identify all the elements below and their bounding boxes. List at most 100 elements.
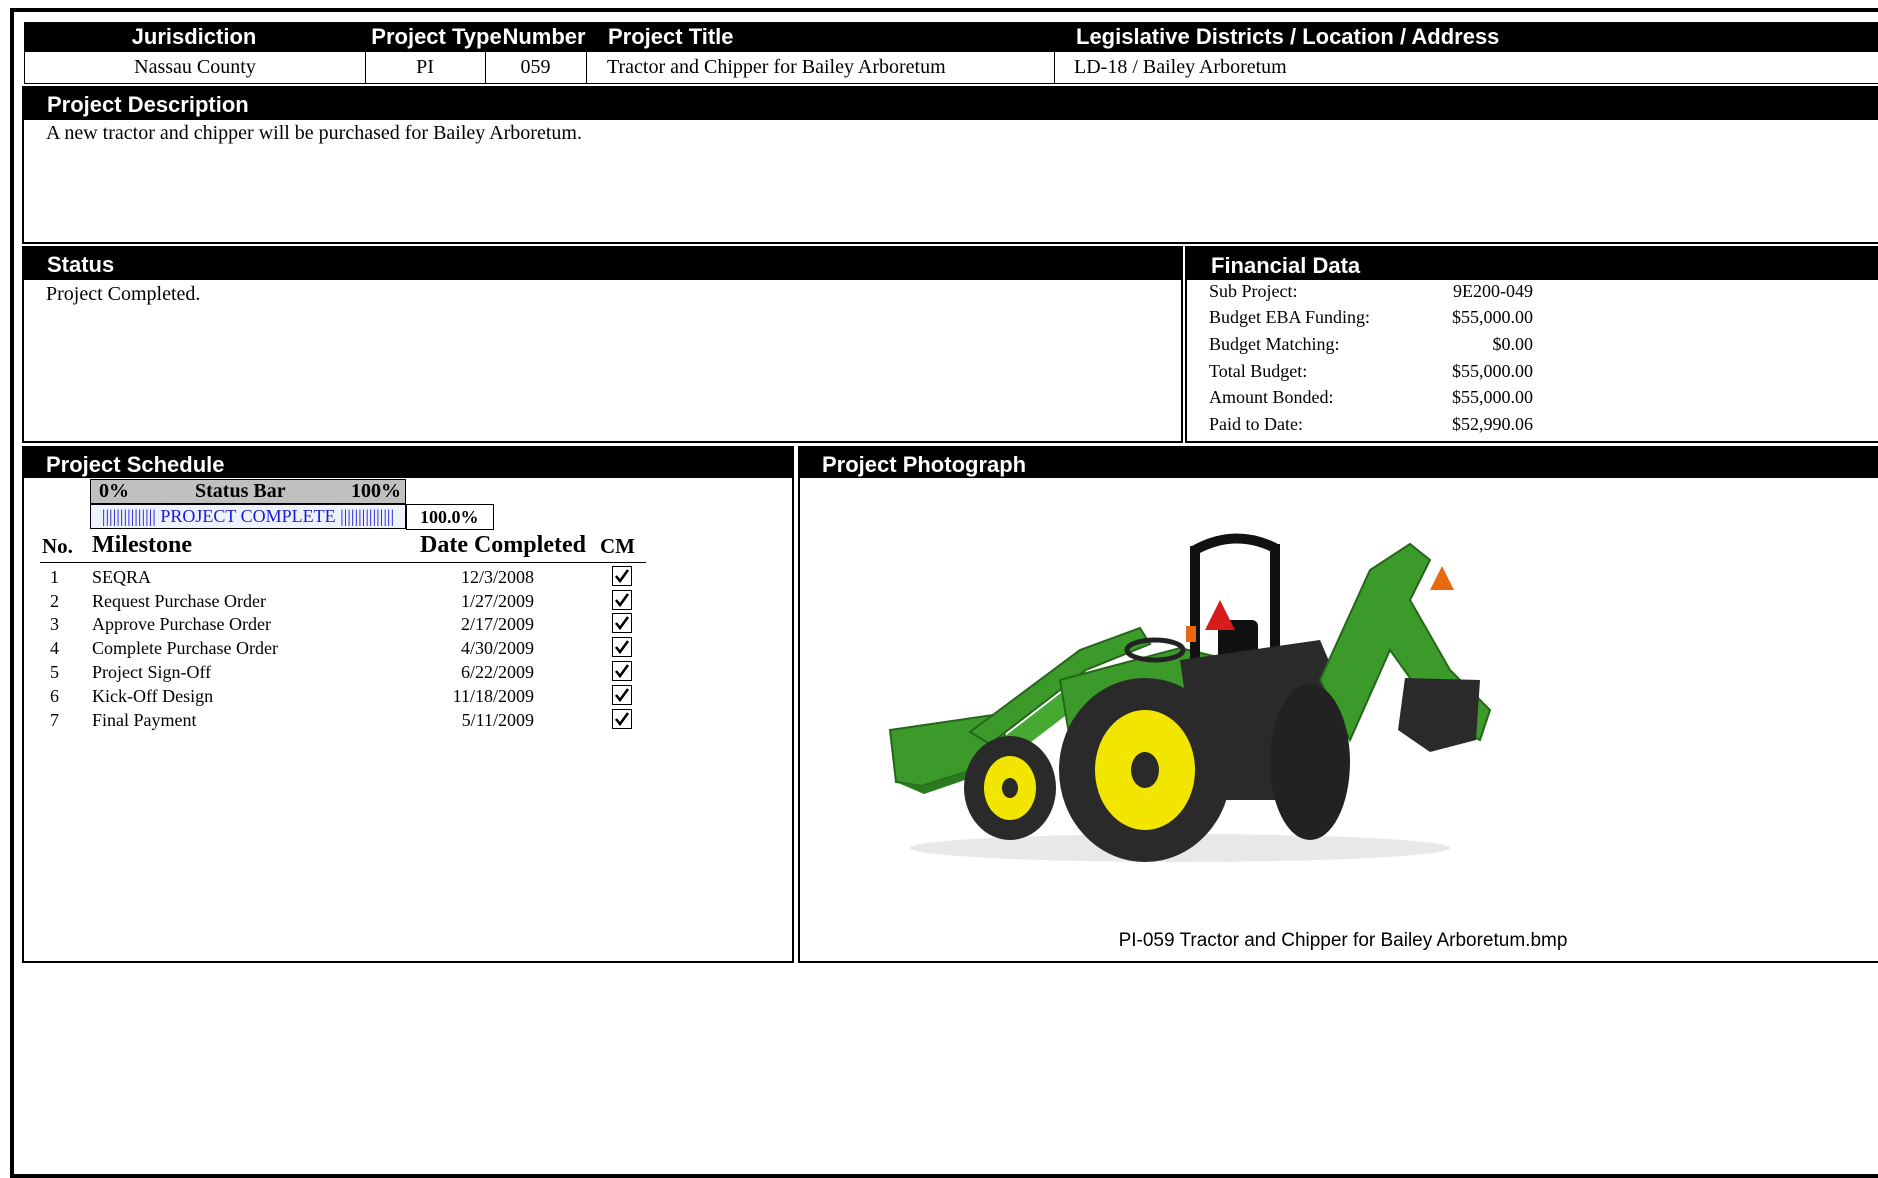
number-value: 059: [520, 56, 551, 78]
table-row: 7 Final Payment 5/11/2009: [24, 709, 664, 733]
cm-checkbox: [612, 685, 632, 705]
check-icon: [614, 616, 630, 631]
jurisdiction-value: Nassau County: [134, 56, 256, 78]
financial-row: Amount Bonded: $55,000.00: [1209, 386, 1533, 412]
milestone-name: Complete Purchase Order: [92, 638, 278, 658]
financial-value: $55,000.00: [1452, 361, 1533, 381]
milestone-name: Request Purchase Order: [92, 591, 266, 611]
status-bar-min-label: 0%: [99, 480, 129, 502]
milestone-date: 6/22/2009: [460, 662, 534, 682]
financial-section: Financial Data Sub Project: 9E200-049 Bu…: [1185, 246, 1878, 443]
check-icon: [614, 593, 630, 608]
table-header-rule: [40, 562, 646, 563]
project-title-label: Project Title: [608, 24, 734, 49]
tractor-photo: [850, 500, 1520, 880]
financial-row: Budget Matching: $0.00: [1209, 333, 1533, 359]
header-label-bar: Jurisdiction Project Type Number Project…: [24, 22, 1878, 52]
col-cm-header: CM: [600, 534, 635, 558]
photo-section: Project Photograph PI-059 Tractor and Ch…: [798, 446, 1878, 963]
financial-value: $52,990.06: [1452, 414, 1533, 434]
financial-heading: Financial Data: [1211, 253, 1361, 278]
check-icon: [614, 688, 630, 703]
number-label: Number: [502, 24, 586, 49]
milestone-table: 1 SEQRA 12/3/2008 2 Request Purchase Ord…: [24, 566, 664, 766]
financial-row: Budget EBA Funding: $55,000.00: [1209, 306, 1533, 332]
cm-checkbox: [612, 661, 632, 681]
status-bar-max-label: 100%: [351, 480, 401, 502]
financial-label: Budget EBA Funding:: [1209, 307, 1371, 327]
milestone-date: 11/18/2009: [452, 686, 534, 706]
status-bar-header: 0% Status Bar 100%: [90, 479, 406, 504]
milestone-date: 4/30/2009: [460, 638, 534, 658]
milestone-date: 2/17/2009: [460, 614, 534, 634]
status-bar-text: ||||||||||||||| PROJECT COMPLETE |||||||…: [101, 506, 395, 526]
table-row: 4 Complete Purchase Order 4/30/2009: [24, 637, 664, 661]
milestone-name: Project Sign-Off: [92, 662, 212, 682]
cm-checkbox: [612, 637, 632, 657]
schedule-heading-bar: Project Schedule: [24, 448, 792, 478]
financial-value: $0.00: [1492, 334, 1534, 354]
description-section: Project Description A new tractor and ch…: [22, 86, 1878, 244]
milestone-name: Approve Purchase Order: [92, 614, 271, 634]
milestone-no: 7: [50, 710, 59, 730]
milestone-no: 6: [50, 686, 59, 706]
financial-label: Sub Project:: [1209, 281, 1298, 301]
financial-row: Total Budget: $55,000.00: [1209, 360, 1533, 386]
milestone-name: Final Payment: [92, 710, 197, 730]
schedule-section: Project Schedule 0% Status Bar 100% ||||…: [22, 446, 794, 963]
check-icon: [614, 664, 630, 679]
table-row: 5 Project Sign-Off 6/22/2009: [24, 661, 664, 685]
header-value-row: Nassau County PI 059 Tractor and Chipper…: [24, 51, 1878, 84]
photo-caption: PI-059 Tractor and Chipper for Bailey Ar…: [1118, 930, 1568, 951]
table-row: 3 Approve Purchase Order 2/17/2009: [24, 613, 664, 637]
project-type-value: PI: [416, 56, 434, 78]
description-text: A new tractor and chipper will be purcha…: [46, 122, 582, 144]
cm-checkbox: [612, 613, 632, 633]
financial-row: Paid to Date: $52,990.06: [1209, 413, 1533, 439]
table-row: 6 Kick-Off Design 11/18/2009: [24, 685, 664, 709]
check-icon: [614, 640, 630, 655]
milestone-no: 3: [50, 614, 59, 634]
status-heading-bar: Status: [24, 248, 1181, 280]
financial-value: $55,000.00: [1452, 387, 1533, 407]
milestone-date: 12/3/2008: [460, 567, 534, 587]
location-value: LD-18 / Bailey Arboretum: [1074, 56, 1287, 78]
milestone-date: 5/11/2009: [461, 710, 534, 730]
milestone-date: 1/27/2009: [460, 591, 534, 611]
table-row: 1 SEQRA 12/3/2008: [24, 566, 664, 590]
financial-label: Amount Bonded:: [1209, 387, 1334, 407]
milestone-no: 4: [50, 638, 59, 658]
financial-value: $55,000.00: [1452, 307, 1533, 327]
cm-checkbox: [612, 590, 632, 610]
cm-checkbox: [612, 566, 632, 586]
status-section: Status Project Completed.: [22, 246, 1183, 443]
status-bar-percent: 100.0%: [406, 504, 494, 530]
col-no-header: No.: [42, 534, 73, 558]
financial-value: 9E200-049: [1453, 281, 1533, 301]
photo-heading: Project Photograph: [822, 452, 1027, 477]
cm-checkbox: [612, 709, 632, 729]
project-type-label: Project Type: [371, 24, 502, 49]
financial-label: Total Budget:: [1209, 361, 1308, 381]
photo-heading-bar: Project Photograph: [800, 448, 1878, 478]
check-icon: [614, 569, 630, 584]
schedule-heading: Project Schedule: [46, 452, 225, 477]
jurisdiction-label: Jurisdiction: [131, 24, 257, 49]
col-date-header: Date Completed: [420, 532, 586, 558]
project-title-value: Tractor and Chipper for Bailey Arboretum: [607, 56, 946, 78]
description-heading-bar: Project Description: [24, 88, 1878, 120]
milestone-name: Kick-Off Design: [92, 686, 214, 706]
col-milestone-header: Milestone: [92, 532, 192, 558]
table-row: 2 Request Purchase Order 1/27/2009: [24, 590, 664, 614]
financial-label: Budget Matching:: [1209, 334, 1340, 354]
status-bar-title: Status Bar: [195, 480, 286, 502]
status-text: Project Completed.: [46, 283, 201, 305]
milestone-no: 2: [50, 591, 59, 611]
status-bar-percent-value: 100.0%: [420, 507, 479, 527]
status-heading: Status: [47, 252, 115, 277]
milestone-no: 1: [50, 567, 59, 587]
financial-label: Paid to Date:: [1209, 414, 1303, 434]
description-heading: Project Description: [47, 92, 249, 117]
milestone-name: SEQRA: [92, 567, 152, 587]
financial-heading-bar: Financial Data: [1187, 248, 1878, 280]
